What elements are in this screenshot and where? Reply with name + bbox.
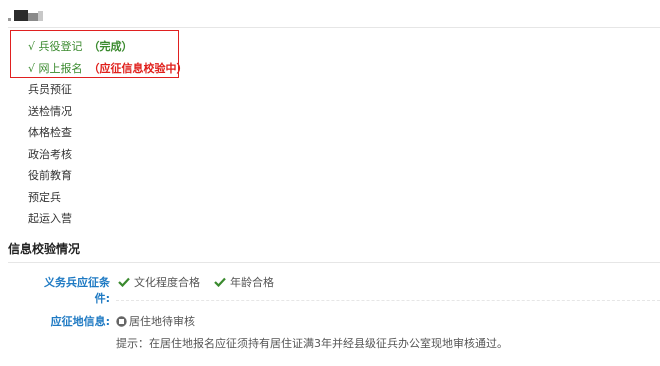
- user-avatar: [8, 8, 46, 22]
- condition-item: 文化程度合格: [118, 274, 200, 290]
- step-military-registration: √ 兵役登记 （完成）: [28, 36, 188, 58]
- location-status: 居住地待审核: [116, 313, 195, 329]
- green-check-icon: [118, 277, 130, 287]
- green-check-icon: [214, 277, 226, 287]
- step-status-note: （完成）: [88, 40, 133, 53]
- step-label: √ 网上报名: [28, 61, 83, 75]
- location-label: 应征地信息:: [50, 315, 110, 328]
- step-political-review: 政治考核: [28, 147, 72, 161]
- conditions-list: 文化程度合格 年龄合格: [118, 274, 274, 290]
- pending-icon: [116, 315, 127, 327]
- step-label: √ 兵役登记: [28, 40, 83, 53]
- step-dispatch-to-camp: 起运入营: [28, 212, 72, 225]
- condition-item: 年龄合格: [214, 274, 274, 290]
- condition-text: 年龄合格: [230, 276, 274, 289]
- step-pre-recruitment: 兵员预征: [28, 83, 72, 96]
- step-online-application: √ 网上报名 （应征信息校验中）: [28, 58, 188, 80]
- section-title: 信息校验情况: [8, 242, 81, 256]
- enlistment-step-list: √ 兵役登记 （完成） √ 网上报名 （应征信息校验中） 兵员预征 送检情况 体格检…: [28, 36, 188, 230]
- conditions-label: 义务兵应征条件:: [44, 276, 110, 305]
- condition-text: 文化程度合格: [134, 276, 200, 289]
- residence-hint: 提示：在居住地报名应征须持有居住证满3年并经县级征兵办公室现地审核通过。: [116, 337, 508, 350]
- step-physical-exam: 体格检查: [28, 126, 72, 139]
- location-status-text: 居住地待审核: [129, 315, 195, 328]
- section-divider: [8, 262, 660, 263]
- header-divider: [8, 27, 660, 28]
- row-divider: [116, 300, 660, 301]
- step-designated-recruit: 预定兵: [28, 190, 61, 204]
- step-status-note: （应征信息校验中）: [88, 61, 188, 75]
- step-pre-service-education: 役前教育: [28, 169, 72, 182]
- step-exam-delivery: 送检情况: [28, 104, 72, 118]
